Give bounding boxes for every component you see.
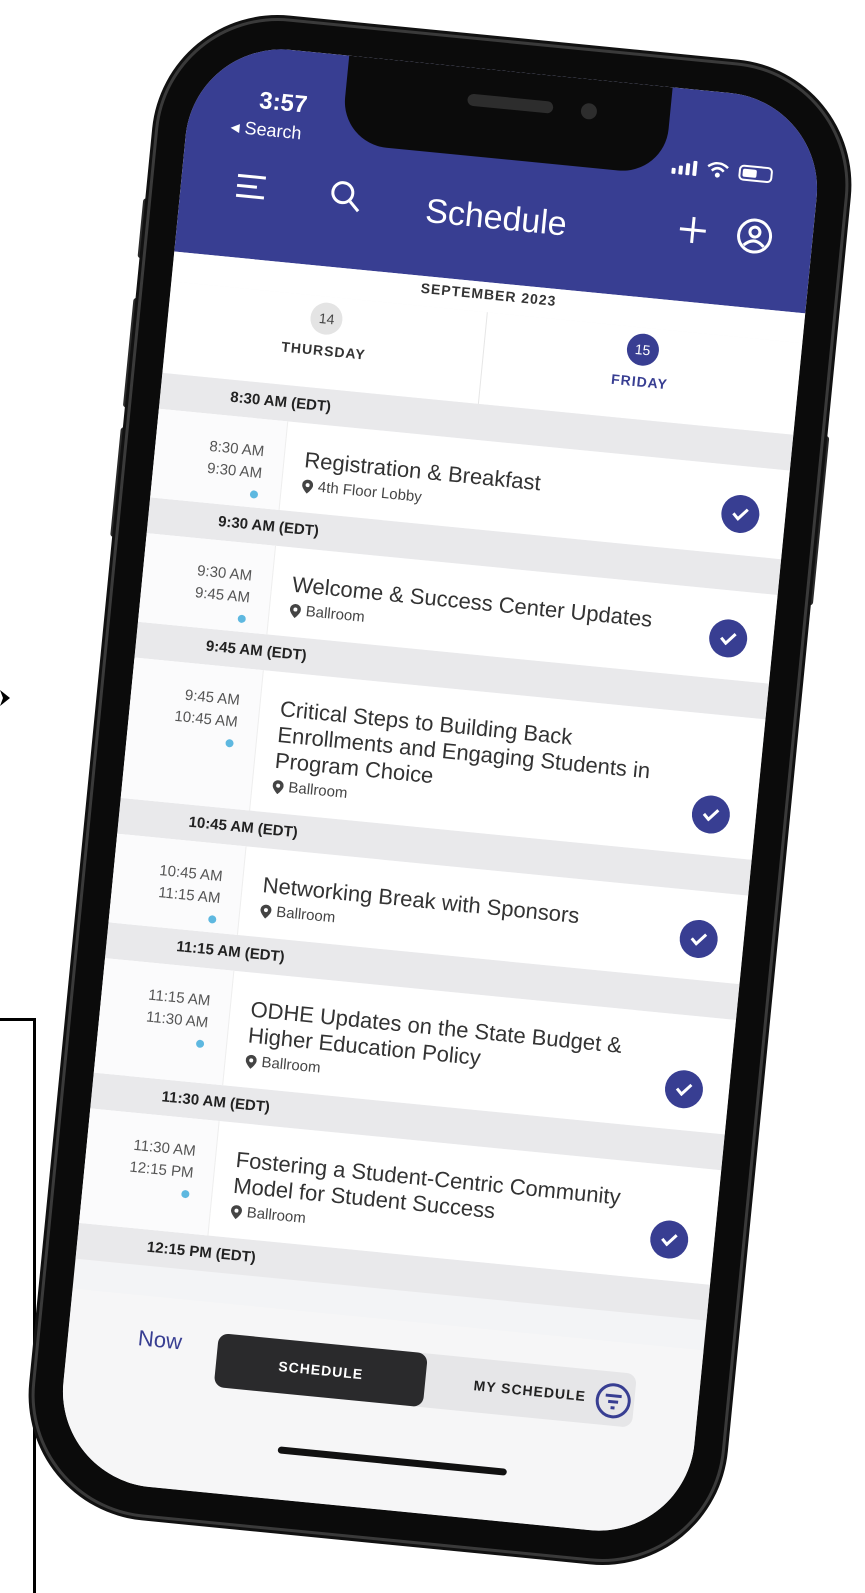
schedule-toggle: SCHEDULE MY SCHEDULE	[214, 1333, 637, 1428]
session-list: 8:30 AM (EDT) 8:30 AM 9:30 AM Registrati…	[76, 373, 794, 1321]
wifi-icon	[706, 161, 729, 179]
status-dot	[237, 614, 246, 623]
location-pin-icon	[301, 479, 313, 494]
status-dot	[181, 1190, 190, 1199]
speaker	[467, 93, 554, 113]
session-times: 11:30 AM 12:15 PM	[79, 1108, 220, 1235]
frame-decoration	[0, 1018, 36, 1593]
status-dot	[250, 490, 259, 499]
location-label: Ballroom	[261, 1054, 322, 1077]
location-label: Ballroom	[305, 603, 366, 626]
battery-icon	[738, 164, 773, 183]
profile-icon[interactable]	[733, 214, 777, 258]
plus-icon[interactable]	[671, 208, 715, 252]
status-dot	[196, 1039, 205, 1048]
session-start: 8:30 AM	[209, 438, 265, 460]
session-start: 11:30 AM	[133, 1137, 197, 1160]
status-dot	[225, 739, 234, 748]
bottom-bar: Now SCHEDULE MY SCHEDULE	[54, 1289, 704, 1540]
session-times: 8:30 AM 9:30 AM	[150, 409, 288, 510]
check-icon	[719, 631, 738, 647]
location-pin-icon	[272, 779, 284, 794]
session-start: 9:45 AM	[184, 687, 240, 709]
arrow-decoration	[0, 688, 10, 708]
session-end: 10:45 AM	[174, 708, 239, 731]
status-indicators	[671, 158, 773, 184]
session-times: 11:15 AM 11:30 AM	[94, 958, 235, 1085]
app-screen: 3:57 ◂ Search	[54, 41, 826, 1540]
status-dot	[208, 915, 217, 924]
session-end: 9:30 AM	[206, 460, 262, 482]
signal-icon	[671, 158, 697, 175]
location-pin-icon	[260, 904, 272, 919]
status-time: 3:57	[258, 87, 309, 120]
filter-icon[interactable]	[592, 1380, 634, 1422]
phone-bezel: 3:57 ◂ Search	[23, 10, 856, 1570]
location-label: Ballroom	[275, 904, 336, 927]
session-end: 11:15 AM	[158, 884, 222, 907]
day-number: 15	[625, 332, 660, 367]
check-icon	[731, 506, 750, 522]
check-icon	[660, 1232, 679, 1248]
location-pin-icon	[245, 1054, 257, 1069]
tab-schedule[interactable]: SCHEDULE	[214, 1333, 428, 1407]
session-end: 11:30 AM	[145, 1008, 209, 1031]
now-button[interactable]: Now	[137, 1325, 183, 1355]
day-number: 14	[309, 301, 344, 336]
phone-mockup: 3:57 ◂ Search	[23, 10, 856, 1570]
session-start: 11:15 AM	[148, 987, 212, 1010]
session-end: 12:15 PM	[129, 1159, 195, 1182]
session-times: 9:45 AM 10:45 AM	[121, 658, 264, 811]
location-label: Ballroom	[246, 1204, 307, 1227]
check-icon	[674, 1081, 693, 1097]
session-times: 9:30 AM 9:45 AM	[138, 533, 276, 634]
page-title: Schedule	[179, 168, 814, 269]
home-indicator	[277, 1446, 507, 1475]
camera	[580, 103, 597, 120]
check-icon	[689, 931, 708, 947]
location-pin-icon	[230, 1204, 242, 1219]
back-to-search-link[interactable]: ◂ Search	[230, 116, 303, 144]
session-end: 9:45 AM	[194, 584, 250, 606]
location-pin-icon	[289, 603, 301, 618]
location-label: Ballroom	[288, 779, 349, 802]
session-times: 10:45 AM 11:15 AM	[109, 834, 247, 935]
session-start: 9:30 AM	[196, 562, 252, 584]
check-icon	[701, 807, 720, 823]
session-start: 10:45 AM	[159, 862, 224, 885]
